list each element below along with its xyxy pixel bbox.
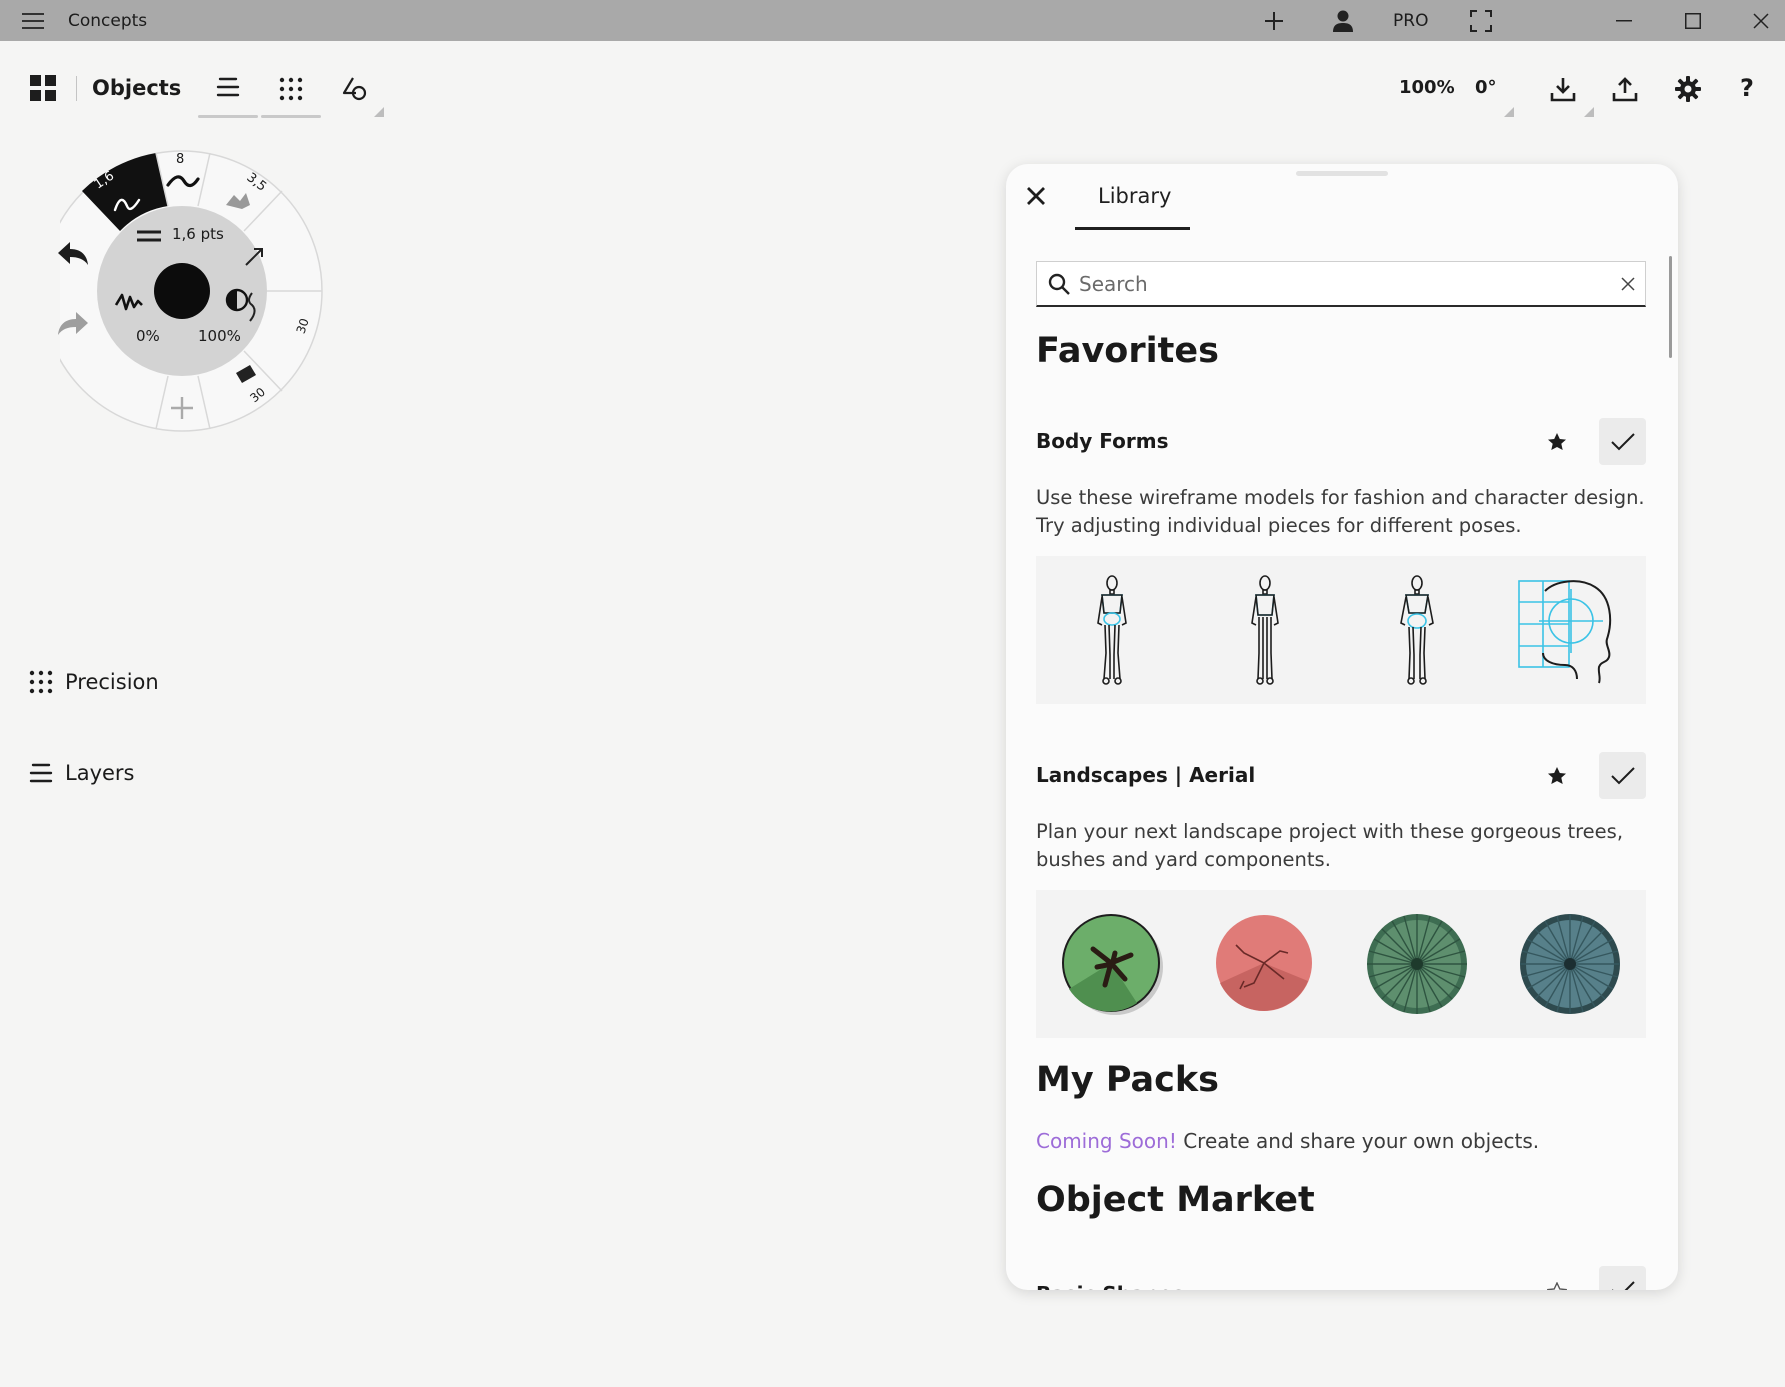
close-window-icon[interactable] [1749, 0, 1773, 41]
account-icon[interactable] [1329, 0, 1357, 41]
panel-drag-handle[interactable] [1296, 171, 1388, 176]
installed-check-button[interactable] [1599, 1266, 1646, 1290]
checkmark-icon [1610, 432, 1635, 450]
tab-library[interactable]: Library [1098, 184, 1171, 208]
title-bar: Concepts PRO [0, 0, 1785, 41]
brush-wheel[interactable]: 1,6 8 3,5 30 30 1,6 pts 0% 100% [41, 145, 330, 439]
export-icon[interactable] [1612, 76, 1638, 106]
coming-soon-link[interactable]: Coming Soon! [1036, 1129, 1177, 1153]
help-icon[interactable]: ? [1740, 74, 1754, 102]
installed-check-button[interactable] [1599, 752, 1646, 799]
wireframe-figure-icon[interactable] [1052, 570, 1172, 690]
layers-label: Layers [65, 761, 135, 785]
favorite-star-outline-icon[interactable] [1543, 1278, 1571, 1290]
pack-preview-strip[interactable] [1036, 890, 1646, 1038]
close-library-icon[interactable] [1026, 186, 1046, 210]
tab-library-underline [1075, 227, 1190, 230]
app-title: Concepts [68, 10, 148, 31]
pack-title[interactable]: Landscapes | Aerial [1036, 763, 1255, 787]
clear-search-icon[interactable] [1621, 277, 1635, 291]
precision-toggle-underline [261, 115, 321, 118]
brush-slot-size[interactable]: 8 [176, 152, 184, 167]
layers-panel-toggle[interactable]: Layers [29, 761, 135, 785]
pack-description: Plan your next landscape project with th… [1036, 820, 1624, 871]
section-label[interactable]: Objects [92, 76, 181, 100]
my-packs-note: Coming Soon! Create and share your own o… [1036, 1129, 1539, 1153]
add-icon[interactable] [1260, 0, 1288, 41]
library-panel: Library Favorites Body Forms Use these w… [1006, 164, 1678, 1290]
favorite-star-icon[interactable] [1543, 428, 1571, 456]
blue-shrub-icon[interactable] [1510, 904, 1630, 1024]
wireframe-figure-icon[interactable] [1357, 570, 1477, 690]
search-input[interactable] [1079, 262, 1599, 306]
my-packs-heading: My Packs [1036, 1060, 1220, 1100]
rotation-angle[interactable]: 0° [1475, 77, 1497, 98]
checkmark-icon [1610, 766, 1635, 784]
hamburger-menu-icon[interactable] [16, 0, 50, 41]
head-guide-icon[interactable] [1510, 570, 1630, 690]
import-icon[interactable] [1550, 76, 1576, 106]
undo-icon[interactable] [56, 240, 90, 270]
search-box [1036, 261, 1646, 307]
fullscreen-icon[interactable] [1467, 0, 1495, 41]
pro-badge[interactable]: PRO [1393, 0, 1428, 41]
favorite-star-icon[interactable] [1543, 762, 1571, 790]
wireframe-figure-icon[interactable] [1205, 570, 1325, 690]
pack-preview-strip[interactable] [1036, 556, 1646, 704]
search-icon [1048, 273, 1070, 295]
pack-title[interactable]: Body Forms [1036, 429, 1169, 453]
favorites-heading: Favorites [1036, 331, 1219, 371]
green-tree-icon[interactable] [1052, 904, 1172, 1024]
precision-label: Precision [65, 670, 159, 694]
checkmark-icon [1611, 1280, 1635, 1290]
smoothing-value[interactable]: 100% [198, 327, 241, 345]
opacity-value[interactable]: 0% [136, 327, 160, 345]
precision-grid-icon[interactable] [279, 77, 303, 105]
panel-scrollbar[interactable] [1669, 256, 1672, 358]
pack-description: Use these wireframe models for fashion a… [1036, 486, 1645, 537]
pack-title[interactable]: Basic Shapes [1036, 1282, 1184, 1290]
zoom-level[interactable]: 100% [1399, 77, 1455, 98]
shapes-guide-icon[interactable] [342, 76, 368, 106]
redo-icon[interactable] [56, 310, 90, 340]
rotation-menu-corner[interactable] [1504, 107, 1514, 117]
maximize-icon[interactable] [1681, 0, 1705, 41]
coming-soon-text: Create and share your own objects. [1176, 1129, 1540, 1153]
installed-check-button[interactable] [1599, 418, 1646, 465]
layers-toggle-underline [198, 115, 258, 118]
brush-size-value[interactable]: 1,6 pts [172, 225, 224, 243]
settings-gear-icon[interactable] [1675, 76, 1701, 106]
spiky-shrub-icon[interactable] [1357, 904, 1477, 1024]
minimize-icon[interactable] [1612, 0, 1636, 41]
layers-toggle-icon[interactable] [216, 76, 240, 102]
import-menu-corner[interactable] [1584, 107, 1594, 117]
precision-grid-icon [29, 670, 53, 694]
object-market-heading: Object Market [1036, 1180, 1315, 1220]
precision-panel-toggle[interactable]: Precision [29, 670, 159, 694]
toolbar-divider [76, 76, 77, 101]
layers-icon [29, 763, 53, 783]
red-tree-icon[interactable] [1205, 904, 1325, 1024]
shapes-menu-corner[interactable] [374, 107, 384, 117]
gallery-grid-icon[interactable] [30, 75, 56, 105]
